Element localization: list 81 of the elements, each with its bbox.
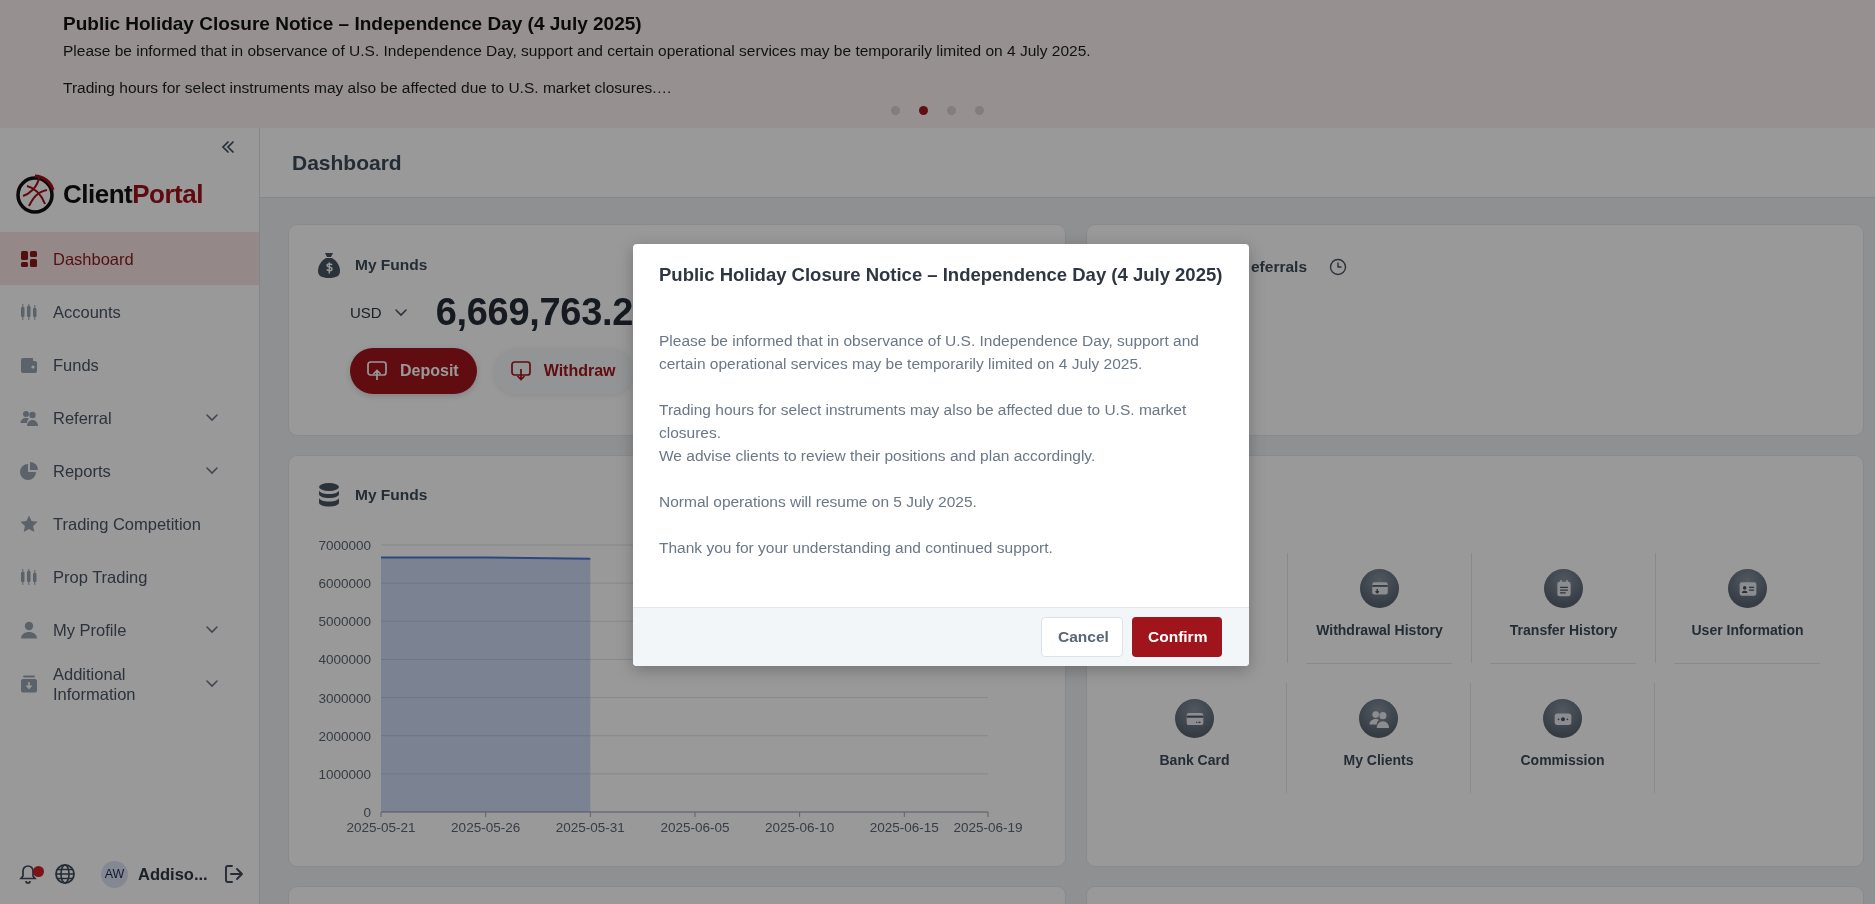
dialog-text: We advise clients to review their positions and plan accordingly. xyxy=(659,446,1097,466)
sidebar-item[interactable]: Funds xyxy=(0,338,259,391)
candlestick-icon xyxy=(20,567,38,586)
card-title: My Funds xyxy=(355,256,428,274)
axis-label: 2025-06-15 xyxy=(869,820,939,835)
sidebar-item[interactable]: Reports xyxy=(0,444,259,497)
axis-label: 7000000 xyxy=(318,538,371,553)
database-icon xyxy=(317,482,341,508)
carousel-dot[interactable] xyxy=(919,106,928,115)
money-bag-icon xyxy=(317,251,341,279)
axis-label: 2025-05-21 xyxy=(346,820,416,835)
deposit-button[interactable]: Deposit xyxy=(350,348,477,394)
archive-icon xyxy=(20,675,38,693)
page-title: Dashboard xyxy=(292,150,402,175)
sidebar-item[interactable]: Prop Trading xyxy=(0,550,259,603)
shortcut-tile[interactable]: User Information xyxy=(1655,553,1839,663)
sidebar-item[interactable]: My Profile xyxy=(0,603,259,656)
upload-tray-icon xyxy=(366,360,388,382)
axis-label: 3000000 xyxy=(318,690,371,706)
dialog-text: Trading hours for select instruments may also be affected due to U.S. market xyxy=(659,400,1188,420)
sidebar-item[interactable]: Accounts xyxy=(0,285,259,338)
pie-chart-icon xyxy=(20,461,38,480)
axis-label: 0 xyxy=(363,805,371,820)
balance-amount: 6,669,763.2 xyxy=(435,291,634,334)
sidebar-item[interactable]: Trading Competition xyxy=(0,497,259,550)
download-tray-icon xyxy=(509,360,532,382)
wallet-icon xyxy=(20,355,38,374)
banner-text: Please be informed that in observance of U.S. Independence Day, support and certain operational services may be temporarily limited on 4 July 2025. xyxy=(63,42,1092,60)
axis-label: 2025-06-10 xyxy=(765,820,835,835)
logo-text: ClientPortal xyxy=(63,178,203,210)
dialog-title: Public Holiday Closure Notice – Independence Day (4 July 2025) xyxy=(658,263,1224,286)
shortcut-icon xyxy=(1175,699,1214,738)
star-icon xyxy=(20,514,38,533)
user-name: Addiso... xyxy=(138,864,209,884)
shortcut-icon xyxy=(1543,699,1582,738)
axis-label: 2025-05-31 xyxy=(555,820,625,835)
candlestick-icon xyxy=(20,302,38,321)
shortcut-icon xyxy=(1728,569,1767,608)
currency-selector[interactable]: USD xyxy=(350,304,408,321)
axis-label: 2025-06-05 xyxy=(660,820,730,835)
axis-label: 1000000 xyxy=(318,766,371,782)
globe-icon[interactable] xyxy=(54,863,76,885)
confirm-button[interactable]: Confirm xyxy=(1132,617,1222,657)
dialog-text: Normal operations will resume on 5 July 2025. xyxy=(659,492,978,512)
collapse-icon[interactable] xyxy=(221,140,235,154)
notification-bell-icon[interactable] xyxy=(18,864,44,884)
shortcut-icon xyxy=(1359,699,1398,738)
user-icon xyxy=(20,620,38,639)
shortcut-tile[interactable]: My Clients xyxy=(1287,683,1471,793)
shortcut-tile[interactable]: Transfer History xyxy=(1471,553,1655,663)
bell-icon xyxy=(18,864,38,884)
shortcut-icon xyxy=(1544,569,1583,608)
sidebar-item[interactable]: Referral xyxy=(0,391,259,444)
banner-title: Public Holiday Closure Notice – Independence Day (4 July 2025) xyxy=(63,13,643,35)
withdraw-button[interactable]: Withdraw xyxy=(493,348,634,394)
dashboard-icon xyxy=(20,249,38,268)
shortcut-icon xyxy=(1360,569,1399,608)
axis-label: 5000000 xyxy=(318,614,371,630)
users-icon xyxy=(20,408,38,427)
card-title: My Funds xyxy=(355,486,428,504)
dialog-text: Please be informed that in observance of U.S. Independence Day, support and xyxy=(659,331,1200,351)
dialog-text: certain operational services may be temporarily limited on 4 July 2025. xyxy=(659,354,1144,374)
cancel-button[interactable]: Cancel xyxy=(1041,617,1123,657)
avatar: AW xyxy=(101,860,128,888)
clock-icon xyxy=(1329,258,1347,276)
globe-logo-icon xyxy=(15,174,55,214)
shortcut-tile[interactable]: Commission xyxy=(1471,683,1655,793)
sidebar-item[interactable]: Additional Information xyxy=(0,656,259,712)
axis-label: 2000000 xyxy=(318,728,371,744)
dialog-text: Thank you for your understanding and continued support. xyxy=(659,538,1054,558)
axis-label: 4000000 xyxy=(318,652,371,668)
shortcut-tile[interactable]: Bank Card xyxy=(1103,683,1287,793)
axis-label: 2025-06-19 xyxy=(953,820,1023,835)
dialog-text: closures. xyxy=(659,423,723,443)
banner-text: Trading hours for select instruments may also be affected due to U.S. market closures.… xyxy=(63,79,674,97)
card-title: eferrals xyxy=(1251,258,1307,276)
axis-label: 6000000 xyxy=(318,576,371,592)
axis-label: 2025-05-26 xyxy=(451,820,521,835)
sidebar-item[interactable]: Dashboard xyxy=(0,232,259,285)
logout-icon[interactable] xyxy=(223,863,245,885)
shortcut-tile[interactable]: Withdrawal History xyxy=(1287,553,1471,663)
